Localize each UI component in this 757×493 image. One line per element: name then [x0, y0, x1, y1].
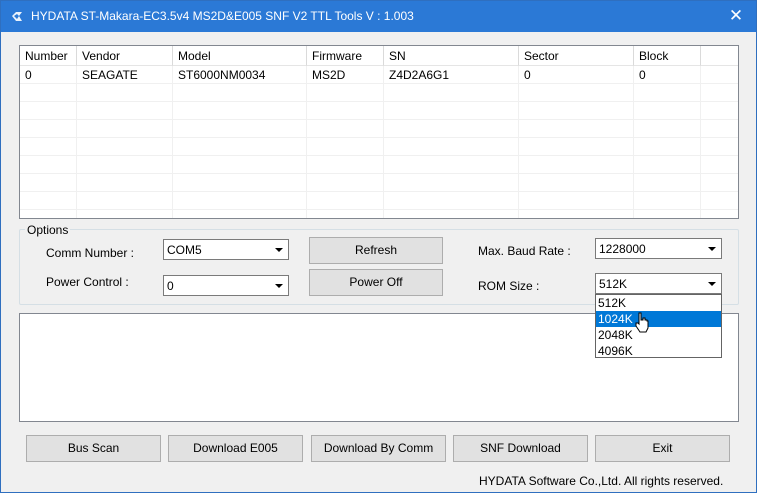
empty-row: [20, 102, 738, 120]
rom-size-option[interactable]: 2048K: [596, 327, 721, 343]
rom-size-option[interactable]: 512K: [596, 295, 721, 311]
column-header-model[interactable]: Model: [173, 46, 307, 66]
rom-size-value: 512K: [599, 277, 628, 291]
empty-row: [20, 192, 738, 210]
max-baud-rate-select[interactable]: 1228000: [595, 238, 722, 259]
column-header-block[interactable]: Block: [634, 46, 701, 66]
cell-firmware: MS2D: [312, 68, 346, 82]
max-baud-rate-value: 1228000: [599, 242, 646, 256]
chevron-down-icon[interactable]: [704, 240, 720, 257]
refresh-button[interactable]: Refresh: [309, 237, 443, 264]
bus-scan-button[interactable]: Bus Scan: [26, 435, 161, 462]
drive-list[interactable]: Number Vendor Model Firmware SN Sector B…: [19, 45, 739, 219]
power-control-label: Power Control :: [46, 275, 129, 289]
rom-size-option-highlighted[interactable]: 1024K: [596, 311, 721, 327]
column-header-vendor[interactable]: Vendor: [77, 46, 173, 66]
snf-download-button[interactable]: SNF Download: [453, 435, 588, 462]
close-icon[interactable]: ✕: [716, 1, 756, 32]
comm-number-label: Comm Number :: [46, 246, 135, 260]
cell-block: 0: [639, 68, 646, 82]
column-header-number[interactable]: Number: [20, 46, 77, 66]
cell-number: 0: [25, 68, 32, 82]
empty-row: [20, 84, 738, 102]
drive-list-header: Number Vendor Model Firmware SN Sector B…: [20, 46, 738, 66]
mouse-pointer-icon: [635, 312, 649, 333]
download-by-comm-button[interactable]: Download By Comm: [311, 435, 446, 462]
column-header-firmware[interactable]: Firmware: [307, 46, 384, 66]
rom-size-label: ROM Size :: [478, 279, 540, 293]
app-logo-icon: [12, 12, 22, 21]
window-title: HYDATA ST-Makara-EC3.5v4 MS2D&E005 SNF V…: [31, 9, 414, 23]
empty-row: [20, 120, 738, 138]
empty-row: [20, 156, 738, 174]
cell-model: ST6000NM0034: [178, 68, 266, 82]
rom-size-option[interactable]: 4096K: [596, 343, 721, 359]
column-header-sector[interactable]: Sector: [519, 46, 634, 66]
app-window: HYDATA ST-Makara-EC3.5v4 MS2D&E005 SNF V…: [0, 0, 757, 493]
rom-size-dropdown[interactable]: 512K 1024K 2048K 4096K: [595, 294, 722, 358]
power-control-value: 0: [167, 279, 174, 293]
exit-button[interactable]: Exit: [595, 435, 730, 462]
chevron-down-icon[interactable]: [704, 275, 720, 292]
power-control-select[interactable]: 0: [163, 275, 289, 296]
empty-row: [20, 138, 738, 156]
table-row[interactable]: 0 SEAGATE ST6000NM0034 MS2D Z4D2A6G1 0 0: [20, 66, 738, 84]
cell-sn: Z4D2A6G1: [389, 68, 450, 82]
chevron-down-icon[interactable]: [271, 241, 287, 258]
column-header-filler: [701, 46, 738, 66]
cell-sector: 0: [524, 68, 531, 82]
comm-number-value: COM5: [167, 243, 202, 257]
options-group-label: Options: [25, 223, 71, 237]
download-e005-button[interactable]: Download E005: [168, 435, 303, 462]
comm-number-select[interactable]: COM5: [163, 239, 289, 260]
column-header-sn[interactable]: SN: [384, 46, 519, 66]
title-bar[interactable]: HYDATA ST-Makara-EC3.5v4 MS2D&E005 SNF V…: [1, 1, 756, 32]
status-text: HYDATA Software Co.,Ltd. All rights rese…: [479, 474, 724, 488]
power-off-button[interactable]: Power Off: [309, 269, 443, 296]
rom-size-select[interactable]: 512K: [595, 273, 722, 294]
cell-vendor: SEAGATE: [82, 68, 138, 82]
empty-row: [20, 174, 738, 192]
max-baud-rate-label: Max. Baud Rate :: [478, 244, 571, 258]
chevron-down-icon[interactable]: [271, 277, 287, 294]
